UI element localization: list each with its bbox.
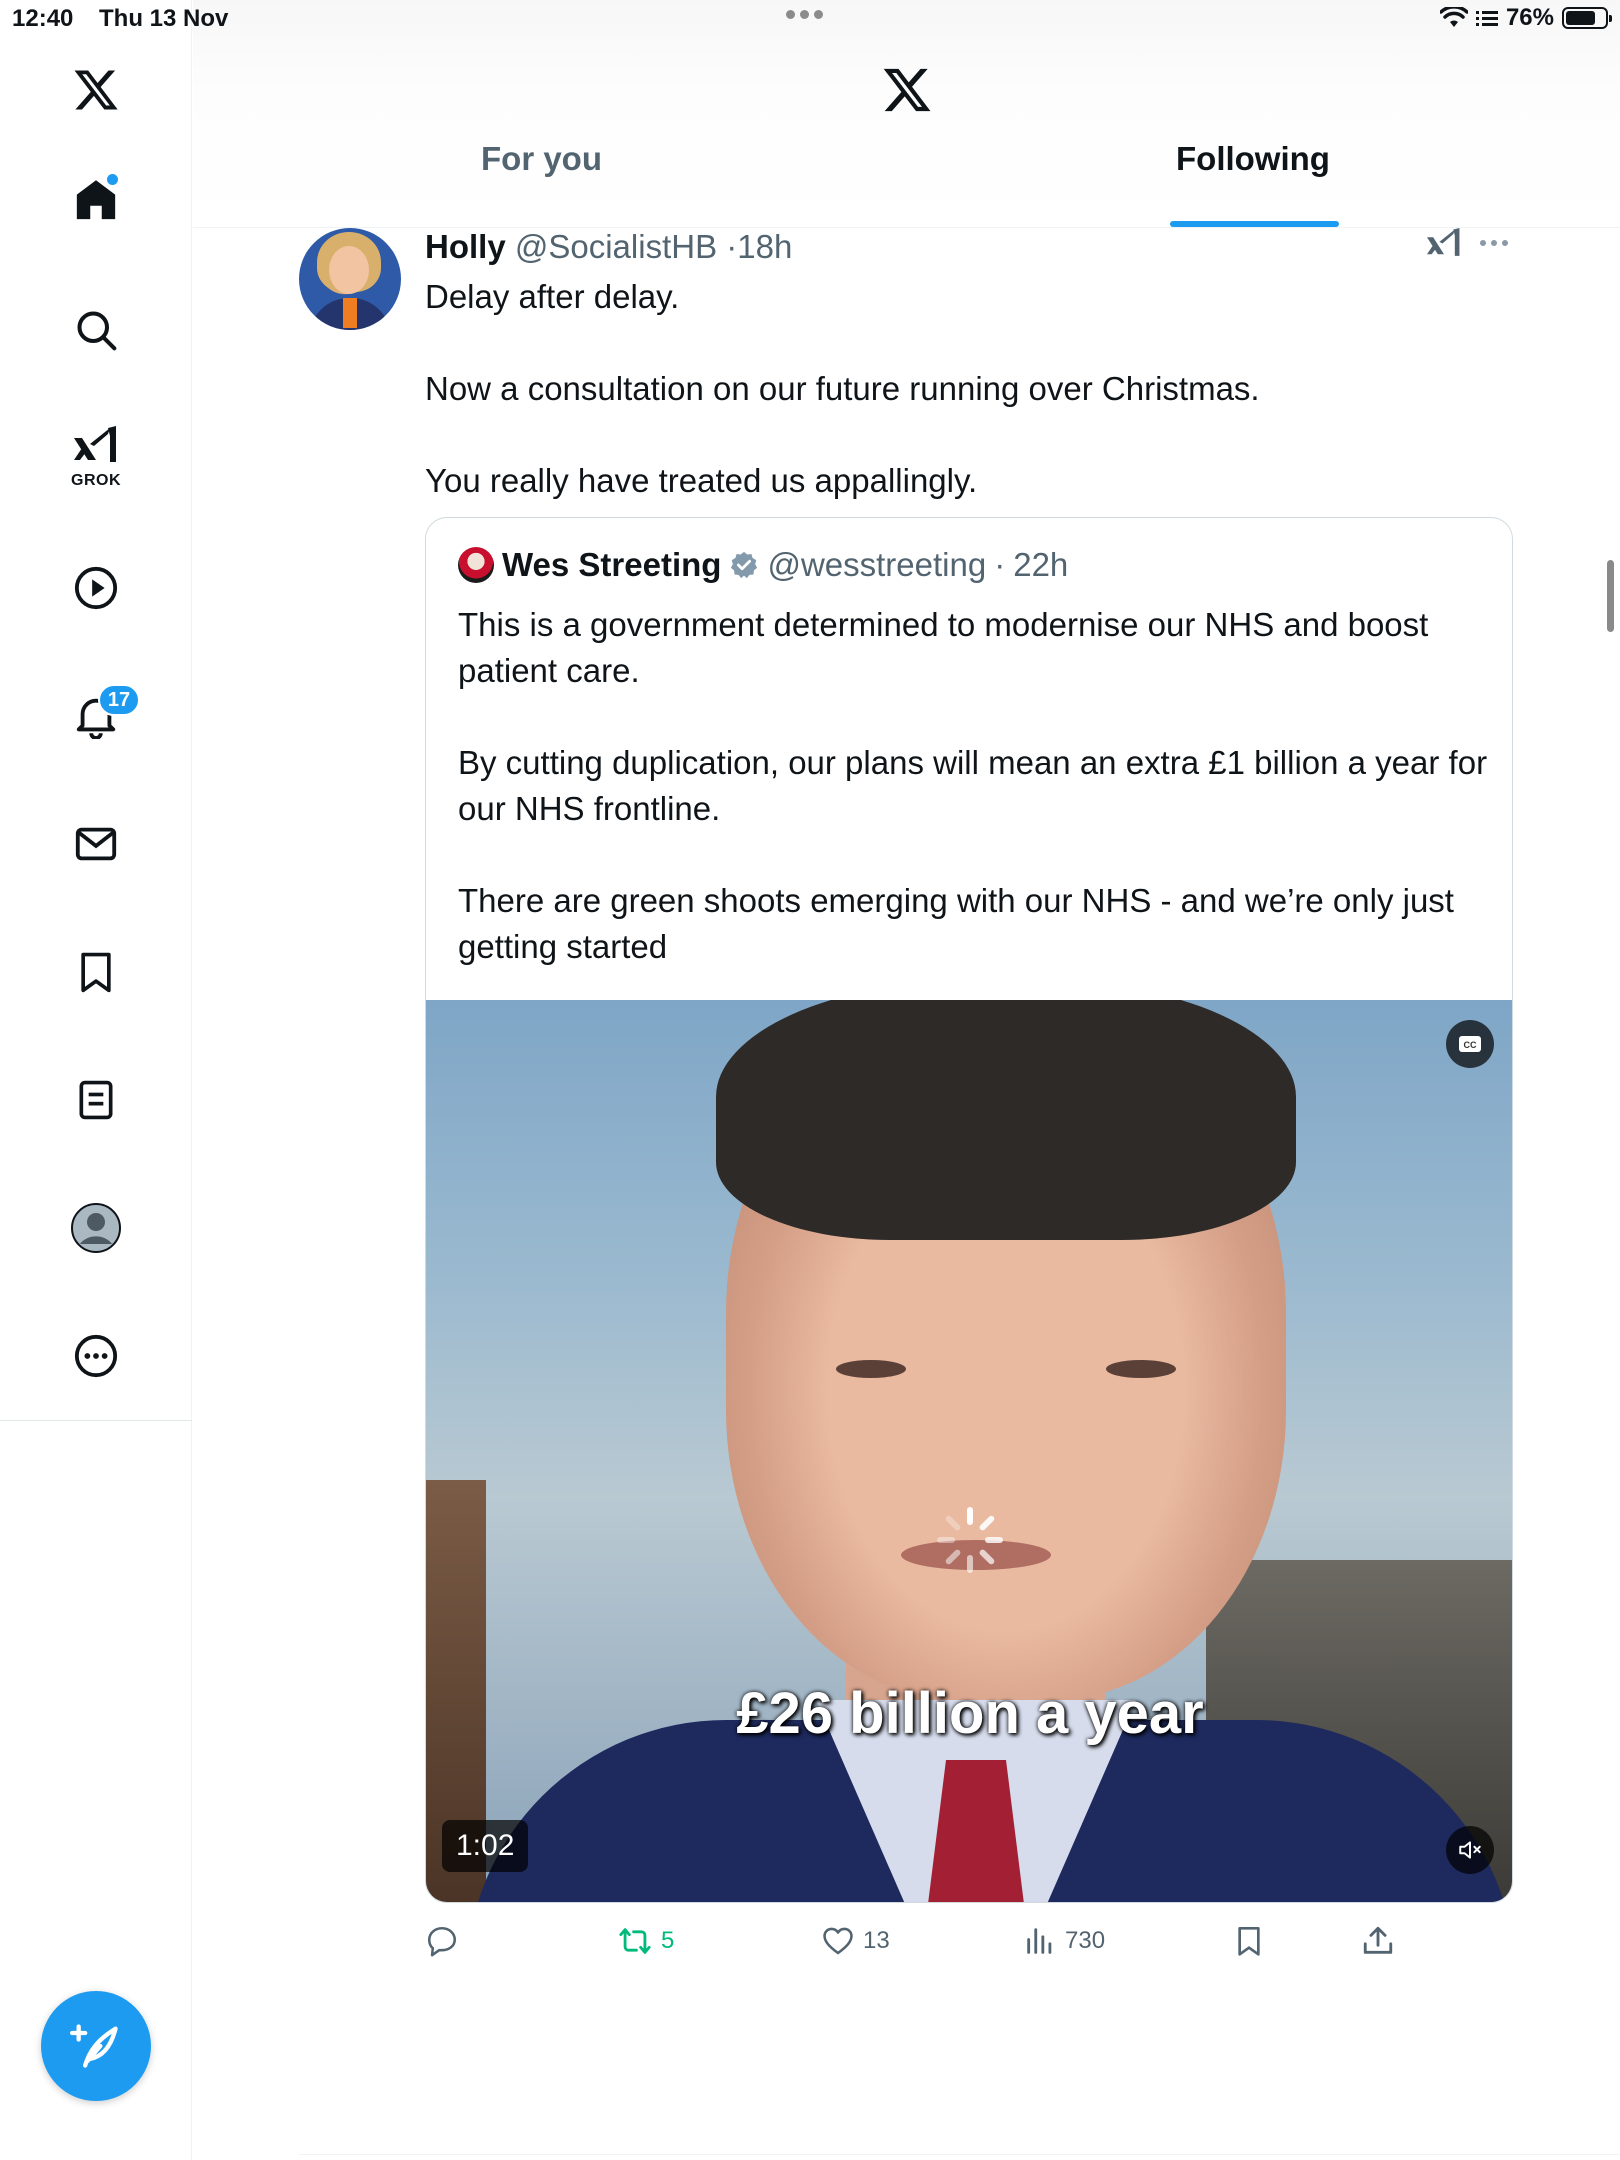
tweet-time[interactable]: 18h: [737, 228, 792, 265]
avatar[interactable]: [299, 228, 401, 330]
bookmark-button[interactable]: [1233, 1911, 1265, 1971]
battery-percent: 76%: [1505, 4, 1554, 31]
avatar[interactable]: [458, 547, 494, 583]
more-circle-icon: [74, 1334, 118, 1378]
sidebar: GROK 17: [0, 0, 192, 2160]
cc-icon: CC: [1459, 1036, 1481, 1052]
views-count: 730: [1065, 1927, 1106, 1954]
quote-text: This is a government determined to moder…: [458, 606, 1488, 965]
multitasking-dots-icon[interactable]: [786, 10, 823, 19]
feather-plus-icon: [70, 2024, 118, 2068]
retweet-button[interactable]: 5: [617, 1911, 674, 1971]
like-count: 13: [863, 1927, 890, 1954]
retweet-icon: [619, 1928, 651, 1954]
sidebar-item-search[interactable]: [66, 300, 126, 360]
sidebar-item-grok[interactable]: GROK: [66, 418, 126, 498]
tweet-header: Holly @SocialistHB ·18h: [425, 228, 792, 266]
tweet-author-name[interactable]: Holly: [425, 228, 506, 265]
status-date: Thu 13 Nov: [99, 5, 229, 32]
wifi-icon: [1439, 7, 1468, 27]
tweet-actions: 5 13 730: [425, 1911, 1525, 1971]
reply-button[interactable]: [425, 1911, 467, 1971]
video-duration: 1:02: [442, 1820, 529, 1872]
mute-button[interactable]: [1446, 1826, 1494, 1874]
tweet-author-handle[interactable]: @SocialistHB: [515, 228, 717, 265]
sidebar-item-bookmarks[interactable]: [66, 942, 126, 1002]
speaker-muted-icon: [1459, 1841, 1481, 1859]
quote-author-name[interactable]: Wes Streeting: [502, 546, 721, 584]
bookmark-icon: [81, 952, 111, 993]
scrollbar[interactable]: [1607, 560, 1614, 632]
sidebar-item-lists[interactable]: [66, 1070, 126, 1130]
grok-label: GROK: [71, 472, 121, 489]
battery-icon: [1562, 7, 1612, 29]
quote-author-handle[interactable]: @wesstreeting: [767, 546, 986, 584]
active-tab-indicator: [1170, 221, 1339, 227]
quote-tweet[interactable]: Wes Streeting @wesstreeting · 22h This is…: [425, 517, 1513, 1903]
reply-icon: [427, 1926, 457, 1957]
lists-icon: [79, 1080, 113, 1120]
sidebar-item-video[interactable]: [66, 558, 126, 618]
quote-header: Wes Streeting @wesstreeting · 22h: [458, 546, 1068, 584]
share-button[interactable]: [1361, 1911, 1395, 1971]
closed-captions-button[interactable]: CC: [1446, 1020, 1494, 1068]
list-status-icon: [1475, 11, 1498, 26]
dot-separator: ·: [726, 228, 738, 265]
sidebar-item-more[interactable]: [66, 1326, 126, 1386]
status-indicators: 76%: [1439, 4, 1612, 32]
share-icon: [1363, 1926, 1393, 1954]
notifications-badge: 17: [98, 684, 140, 716]
views-chart-icon: [1027, 1928, 1052, 1954]
sidebar-item-messages[interactable]: [66, 814, 126, 874]
tweet-divider: [299, 2154, 1620, 2155]
tab-following[interactable]: Following: [1176, 140, 1330, 178]
status-time: 12:40: [12, 5, 74, 32]
more-options-icon[interactable]: [1480, 240, 1508, 246]
sidebar-item-profile[interactable]: [66, 1198, 126, 1258]
dot-separator: ·: [994, 546, 1006, 583]
compose-button[interactable]: [41, 1991, 151, 2101]
bookmark-icon: [1238, 1927, 1260, 1956]
tweet-text: Delay after delay. Now a consultation on…: [425, 278, 1260, 499]
video-player[interactable]: £26 billion a year 1:02 CC: [426, 1000, 1512, 1902]
tweet[interactable]: Holly @SocialistHB ·18h Delay after dela…: [193, 228, 1620, 2160]
svg-text:CC: CC: [1464, 1040, 1477, 1050]
tab-for-you[interactable]: For you: [481, 140, 602, 178]
views-button[interactable]: 730: [1023, 1911, 1105, 1971]
video-caption: £26 billion a year: [736, 1681, 1204, 1746]
retweet-count: 5: [661, 1927, 675, 1954]
mail-icon: [75, 827, 117, 861]
grok-icon: [74, 426, 116, 462]
profile-icon: [71, 1203, 121, 1253]
home-unread-dot: [107, 174, 118, 185]
status-bar: 12:40 Thu 13 Nov 76%: [0, 0, 1620, 40]
x-logo-icon[interactable]: [881, 64, 933, 116]
verified-badge-icon: [731, 551, 758, 579]
sidebar-divider: [0, 1420, 192, 1421]
loading-spinner-icon: [937, 1507, 1003, 1573]
like-button[interactable]: 13: [821, 1911, 890, 1971]
heart-icon: [823, 1927, 853, 1955]
grok-icon[interactable]: [1425, 228, 1463, 262]
quote-time[interactable]: 22h: [1013, 546, 1068, 584]
x-logo-icon[interactable]: [66, 60, 126, 120]
video-play-icon: [74, 566, 118, 610]
search-icon: [77, 311, 117, 351]
